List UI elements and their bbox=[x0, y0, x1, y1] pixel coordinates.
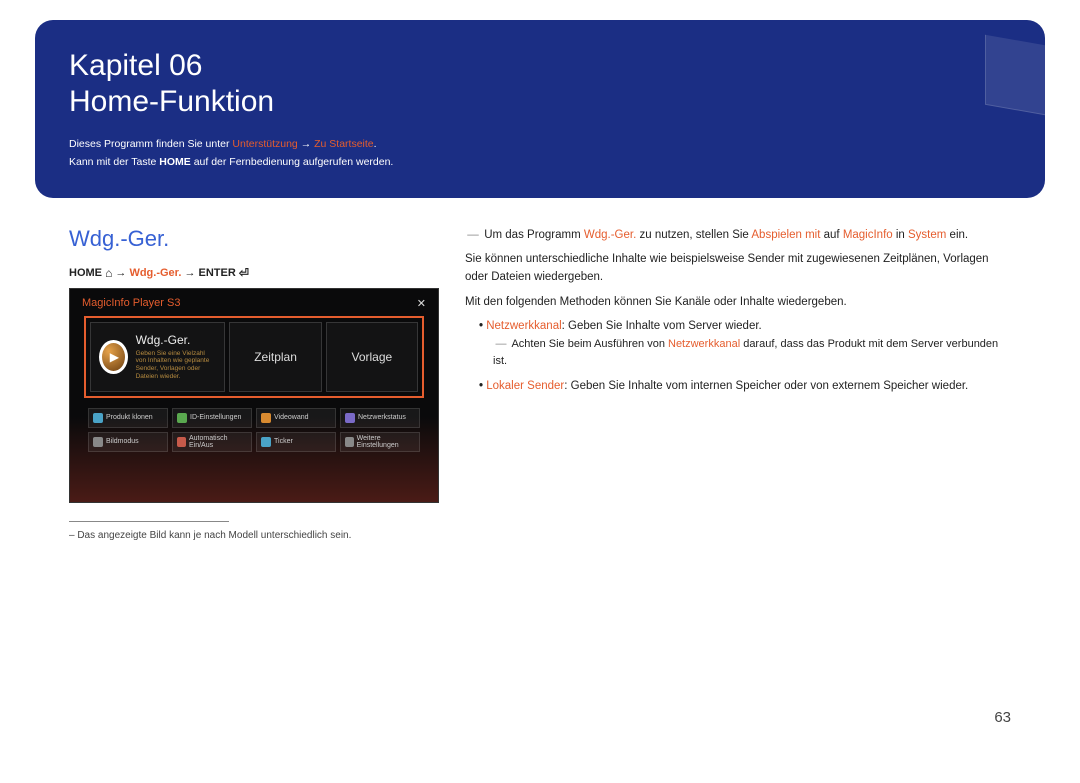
right-column: ― Um das Programm Wdg.-Ger. zu nutzen, s… bbox=[465, 226, 1011, 541]
home-icon: ⌂ bbox=[105, 266, 112, 280]
method-list: Netzwerkkanal: Geben Sie Inhalte vom Ser… bbox=[479, 317, 1011, 335]
para-methods: Mit den folgenden Methoden können Sie Ka… bbox=[465, 293, 1011, 311]
grid-videowall[interactable]: Videowand bbox=[256, 408, 336, 428]
grid-picture-mode[interactable]: Bildmodus bbox=[88, 432, 168, 452]
decor-corner bbox=[985, 35, 1045, 116]
tiles-row: ▶ Wdg.-Ger. Geben Sie eine Vielzahl von … bbox=[84, 316, 424, 398]
left-column: Wdg.-Ger. HOME ⌂ → Wdg.-Ger. → ENTER ⏎ M… bbox=[69, 226, 439, 541]
grid-row-2: Bildmodus Automatisch Ein/Aus Ticker Wei… bbox=[88, 432, 420, 452]
breadcrumb: HOME ⌂ → Wdg.-Ger. → ENTER ⏎ bbox=[69, 266, 439, 280]
chapter-line2: Home-Funktion bbox=[69, 84, 1011, 120]
app-title: MagicInfo Player S3 bbox=[82, 297, 180, 309]
close-icon[interactable]: ✕ bbox=[417, 297, 426, 310]
sub-note: ― Achten Sie beim Ausführen von Netzwerk… bbox=[493, 336, 1011, 371]
list-item: Netzwerkkanal: Geben Sie Inhalte vom Ser… bbox=[479, 317, 1011, 335]
grid-clone-product[interactable]: Produkt klonen bbox=[88, 408, 168, 428]
chapter-header: Kapitel 06 Home-Funktion Dieses Programm… bbox=[35, 20, 1045, 198]
tile-template[interactable]: Vorlage bbox=[326, 322, 418, 392]
dash-icon: ― bbox=[465, 226, 481, 244]
list-item: Lokaler Sender: Geben Sie Inhalte vom in… bbox=[479, 377, 1011, 395]
tile-player[interactable]: ▶ Wdg.-Ger. Geben Sie eine Vielzahl von … bbox=[90, 322, 225, 392]
grid-row-1: Produkt klonen ID-Einstellungen Videowan… bbox=[88, 408, 420, 428]
footnote-rule bbox=[69, 521, 229, 522]
section-title: Wdg.-Ger. bbox=[69, 226, 439, 252]
enter-icon: ⏎ bbox=[239, 266, 249, 280]
page: Kapitel 06 Home-Funktion Dieses Programm… bbox=[35, 20, 1045, 740]
grid-ticker[interactable]: Ticker bbox=[256, 432, 336, 452]
link-homepage: Zu Startseite bbox=[314, 138, 374, 150]
screenshot-panel: MagicInfo Player S3 ✕ ▶ Wdg.-Ger. Geben … bbox=[69, 288, 439, 503]
link-support: Unterstützung bbox=[232, 138, 297, 150]
grid-more-settings[interactable]: Weitere Einstellungen bbox=[340, 432, 420, 452]
para-desc: Sie können unterschiedliche Inhalte wie … bbox=[465, 250, 1011, 287]
content-columns: Wdg.-Ger. HOME ⌂ → Wdg.-Ger. → ENTER ⏎ M… bbox=[35, 226, 1045, 541]
grid-id-settings[interactable]: ID-Einstellungen bbox=[172, 408, 252, 428]
play-icon: ▶ bbox=[99, 340, 128, 374]
method-list-2: Lokaler Sender: Geben Sie Inhalte vom in… bbox=[479, 377, 1011, 395]
dash-icon: ― bbox=[493, 336, 509, 354]
chapter-intro: Dieses Programm finden Sie unter Unterst… bbox=[69, 136, 1011, 172]
note-prereq: ― Um das Programm Wdg.-Ger. zu nutzen, s… bbox=[465, 226, 1011, 244]
tile-player-label: Wdg.-Ger. bbox=[136, 333, 217, 347]
tile-schedule[interactable]: Zeitplan bbox=[229, 322, 321, 392]
chapter-title: Kapitel 06 Home-Funktion bbox=[69, 48, 1011, 120]
screenshot-titlebar: MagicInfo Player S3 ✕ bbox=[78, 297, 430, 316]
tile-player-sub: Geben Sie eine Vielzahl von Inhalten wie… bbox=[136, 350, 217, 381]
page-number: 63 bbox=[994, 709, 1011, 726]
grid-network-status[interactable]: Netzwerkstatus bbox=[340, 408, 420, 428]
grid-auto-onoff[interactable]: Automatisch Ein/Aus bbox=[172, 432, 252, 452]
key-home: HOME bbox=[159, 156, 191, 168]
footnote: – Das angezeigte Bild kann je nach Model… bbox=[69, 530, 439, 541]
chapter-line1: Kapitel 06 bbox=[69, 49, 202, 82]
